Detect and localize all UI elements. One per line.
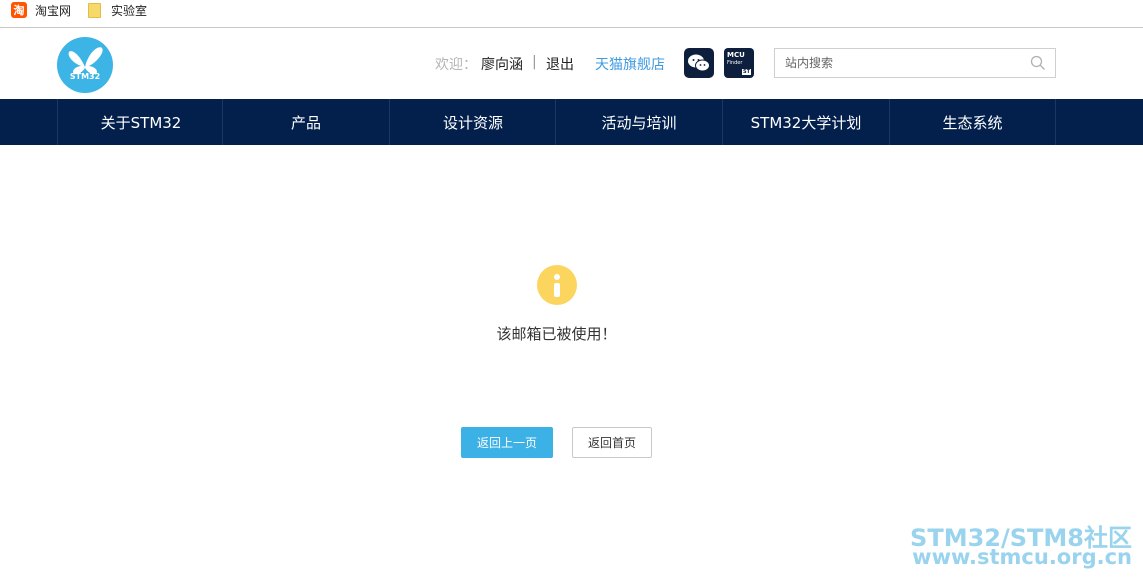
logo-text: STM32 — [69, 72, 101, 81]
butterfly-icon — [68, 47, 103, 75]
bookmark-lab[interactable]: 实验室 — [88, 0, 147, 20]
mcu-finder-subtitle: Finder — [727, 60, 743, 66]
nav-ecosystem[interactable]: 生态系统 — [889, 99, 1056, 145]
error-message: 该邮箱已被使用！ — [496, 325, 617, 343]
nav-events-training[interactable]: 活动与培训 — [555, 99, 722, 145]
nav-about-stm32[interactable]: 关于STM32 — [57, 99, 224, 145]
bookmark-label: 淘宝网 — [35, 3, 72, 18]
home-button[interactable]: 返回首页 — [572, 427, 652, 458]
welcome-label: 欢迎： — [435, 57, 477, 73]
stm32-logo[interactable]: STM32 — [57, 37, 113, 93]
bookmark-label: 实验室 — [111, 3, 148, 18]
search-box — [774, 48, 1056, 78]
watermark-url: www.stmcu.org.cn — [912, 545, 1132, 569]
main-nav: 关于STM32 产品 设计资源 活动与培训 STM32大学计划 生态系统 — [0, 99, 1143, 145]
separator: | — [532, 54, 537, 70]
info-icon — [537, 265, 577, 305]
wechat-icon[interactable] — [684, 48, 714, 78]
site-header: STM32 欢迎： 廖向涵 | 退出 天猫旗舰店 MCU Finder ST — [0, 29, 1143, 99]
nav-products[interactable]: 产品 — [222, 99, 389, 145]
mcu-finder-title: MCU — [727, 51, 745, 59]
nav-university-program[interactable]: STM32大学计划 — [722, 99, 889, 145]
taobao-icon: 淘 — [11, 2, 27, 18]
search-input[interactable] — [775, 49, 1015, 77]
bookmark-taobao[interactable]: 淘 淘宝网 — [11, 0, 71, 20]
logout-link[interactable]: 退出 — [546, 54, 574, 74]
bookmarks-bar: 淘 淘宝网 实验室 — [0, 0, 1143, 28]
mcu-finder-icon[interactable]: MCU Finder ST — [724, 48, 754, 78]
tmall-store-link[interactable]: 天猫旗舰店 — [595, 54, 665, 74]
search-icon[interactable] — [1030, 55, 1046, 71]
nav-design-resources[interactable]: 设计资源 — [389, 99, 556, 145]
st-badge: ST — [741, 69, 751, 75]
back-button[interactable]: 返回上一页 — [461, 427, 553, 458]
username-link[interactable]: 廖向涵 — [481, 54, 523, 74]
folder-icon — [88, 2, 101, 18]
